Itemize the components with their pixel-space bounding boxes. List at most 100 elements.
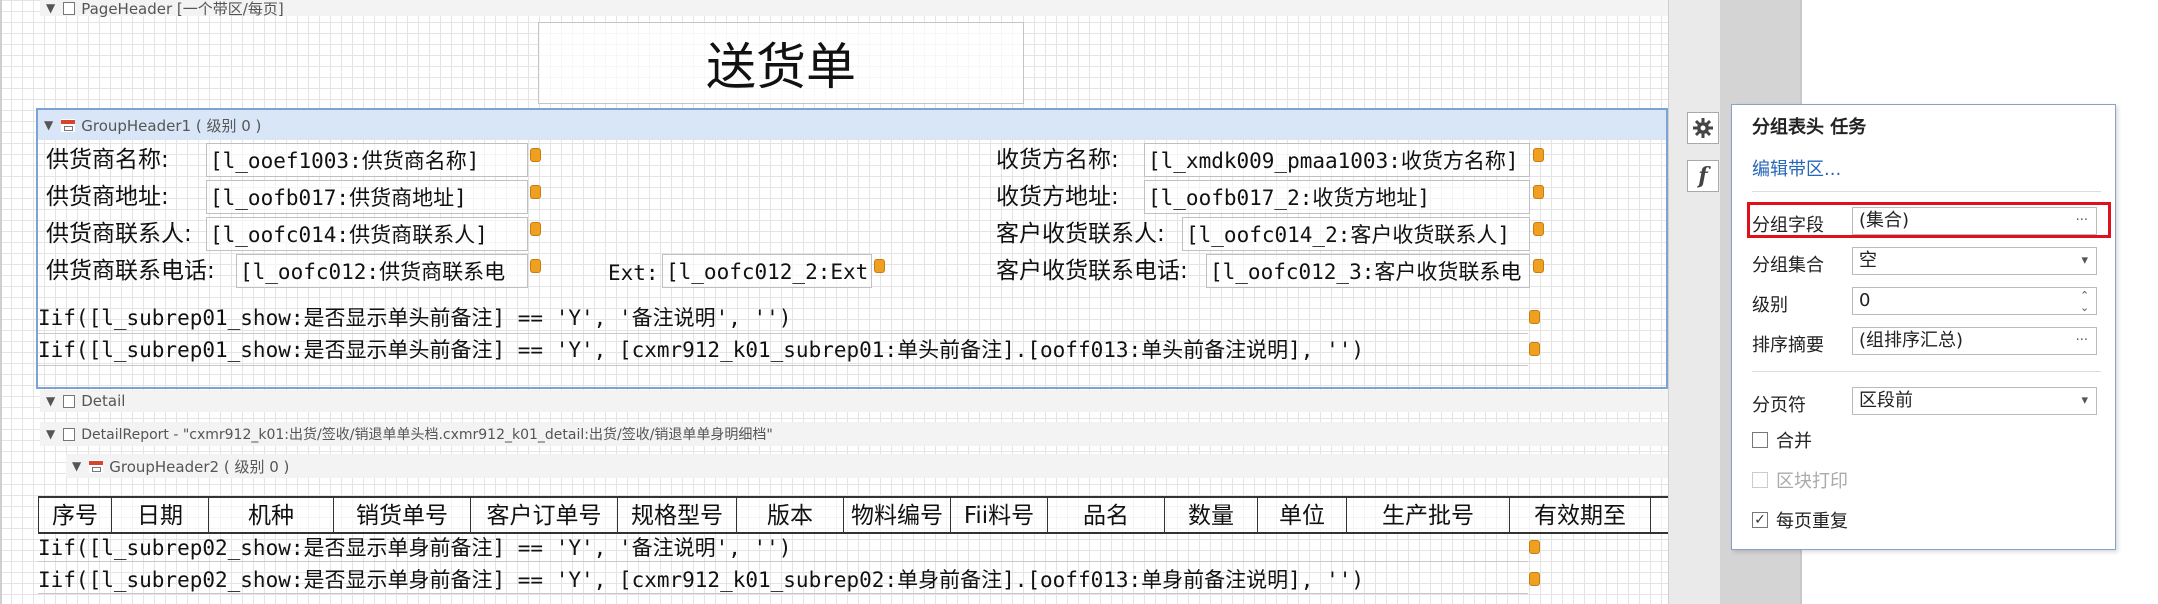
column-header-model[interactable]: 机种 xyxy=(209,498,334,532)
supplier-name-field[interactable]: [l_ooef1003:供货商名称] xyxy=(206,143,528,177)
column-header-item-no[interactable]: 物料编号 xyxy=(844,498,951,532)
detail-report-band-icon xyxy=(63,427,76,441)
supplier-phone-field[interactable]: [l_oofc012:供货商联系电 xyxy=(236,254,528,288)
header-remark-content-expr[interactable]: Iif([l_subrep01_show:是否显示单头前备注] == 'Y', … xyxy=(38,336,1528,366)
column-header-date[interactable]: 日期 xyxy=(112,498,209,532)
group-set-row: 分组集合 空 ▾ xyxy=(1752,247,2097,277)
field-tag-icon[interactable] xyxy=(1533,185,1544,199)
band-page-header[interactable]: ▼ PageHeader [一个带区/每页] xyxy=(40,0,1668,18)
receiver-name-field[interactable]: [l_xmdk009_pmaa1003:收货方名称] xyxy=(1144,143,1530,177)
receiver-phone-label: 客户收货联系电话: xyxy=(996,258,1188,284)
formula-button[interactable]: f xyxy=(1687,160,1719,192)
column-header-product-name[interactable]: 品名 xyxy=(1048,498,1165,532)
band-detail[interactable]: ▼ Detail xyxy=(40,390,1668,412)
column-header-lot-no[interactable]: 生产批号 xyxy=(1347,498,1510,532)
supplier-address-label: 供货商地址: xyxy=(46,184,169,210)
divider xyxy=(1752,371,2101,372)
tasks-panel-title: 分组表头 任务 xyxy=(1752,117,1867,138)
field-tag-icon[interactable] xyxy=(1533,259,1544,273)
band-detail-report[interactable]: ▼ DetailReport - "cxmr912_k01:出货/签收/销退单单… xyxy=(40,422,1668,446)
edit-bands-link[interactable]: 编辑带区... xyxy=(1752,155,1841,181)
repeat-every-page-checkbox[interactable]: ✓ 每页重复 xyxy=(1752,507,1848,533)
band-label: Detail xyxy=(81,392,126,410)
page-header-band-icon xyxy=(63,1,76,15)
collapse-arrow-icon[interactable]: ▼ xyxy=(46,394,55,408)
report-design-canvas[interactable]: ▼ PageHeader [一个带区/每页] 送货单 ▼ GroupHeader… xyxy=(0,0,1668,604)
merge-label: 合并 xyxy=(1776,431,1812,452)
column-header-spec[interactable]: 规格型号 xyxy=(618,498,737,532)
field-tag-icon[interactable] xyxy=(530,259,541,273)
group-set-select[interactable]: 空 ▾ xyxy=(1852,247,2097,275)
ext-field[interactable]: [l_oofc012_2:Ext] xyxy=(662,254,872,288)
band-label: GroupHeader2 ( 级别 0 ) xyxy=(109,457,290,476)
band-label: DetailReport - "cxmr912_k01:出货/签收/销退单单头档… xyxy=(81,427,773,443)
detail-band-icon xyxy=(63,394,76,408)
column-header-row[interactable]: 序号 日期 机种 销货单号 客户订单号 规格型号 版本 物料编号 Fii料号 品… xyxy=(38,496,1668,534)
collapse-arrow-icon[interactable]: ▼ xyxy=(72,459,81,473)
level-value: 0 xyxy=(1859,290,1871,311)
receiver-name-label: 收货方名称: xyxy=(996,147,1119,173)
field-tag-icon[interactable] xyxy=(1529,342,1540,356)
block-print-checkbox[interactable]: 区块打印 xyxy=(1752,467,1848,493)
supplier-contact-field[interactable]: [l_oofc014:供货商联系人] xyxy=(206,217,528,251)
header-remark-title-expr[interactable]: Iif([l_subrep01_show:是否显示单头前备注] == 'Y', … xyxy=(38,304,1528,334)
checkbox-icon[interactable] xyxy=(1752,472,1768,488)
ellipsis-icon[interactable]: ··· xyxy=(2076,328,2088,354)
column-header-seq[interactable]: 序号 xyxy=(39,498,112,532)
left-ruler xyxy=(0,0,2,604)
collapse-arrow-icon[interactable]: ▼ xyxy=(46,1,55,15)
page-break-label: 分页符 xyxy=(1752,395,1806,416)
field-tag-icon[interactable] xyxy=(530,148,541,162)
band-group-header1[interactable]: ▼ GroupHeader1 ( 级别 0 ) xyxy=(38,110,1666,140)
spinner-icon[interactable]: ⌃⌄ xyxy=(2080,290,2089,314)
detail-remark-content-expr[interactable]: Iif([l_subrep02_show:是否显示单身前备注] == 'Y', … xyxy=(38,566,1528,594)
field-tag-icon[interactable] xyxy=(1533,148,1544,162)
column-header-expiry[interactable]: 有效期至 xyxy=(1510,498,1651,532)
field-tag-icon[interactable] xyxy=(1529,572,1540,586)
receiver-phone-field[interactable]: [l_oofc012_3:客户收货联系电 xyxy=(1206,254,1530,288)
checkbox-icon[interactable] xyxy=(1752,432,1768,448)
group-set-value: 空 xyxy=(1859,250,1877,271)
checkmark-icon[interactable]: ✓ xyxy=(1752,512,1768,528)
level-label: 级别 xyxy=(1752,295,1788,316)
supplier-name-label: 供货商名称: xyxy=(46,147,169,173)
detail-remark-title-expr[interactable]: Iif([l_subrep02_show:是否显示单身前备注] == 'Y', … xyxy=(38,534,1528,562)
chevron-down-icon[interactable]: ▾ xyxy=(2081,388,2088,414)
report-title[interactable]: 送货单 xyxy=(538,22,1024,104)
field-tag-icon[interactable] xyxy=(874,259,885,273)
field-tag-icon[interactable] xyxy=(1529,310,1540,324)
level-spinner[interactable]: 0 ⌃⌄ xyxy=(1852,287,2097,315)
band-label: GroupHeader1 ( 级别 0 ) xyxy=(81,116,262,135)
field-tag-icon[interactable] xyxy=(1533,222,1544,236)
receiver-contact-label: 客户收货联系人: xyxy=(996,221,1165,247)
field-tag-icon[interactable] xyxy=(1529,540,1540,554)
ext-label: Ext: xyxy=(608,261,659,285)
collapse-arrow-icon[interactable]: ▼ xyxy=(46,427,55,441)
column-header-unit[interactable]: 单位 xyxy=(1258,498,1347,532)
divider xyxy=(1752,191,2101,192)
receiver-contact-field[interactable]: [l_oofc014_2:客户收货联系人] xyxy=(1182,217,1530,251)
highlight-box xyxy=(1747,202,2111,238)
column-header-qty[interactable]: 数量 xyxy=(1165,498,1258,532)
group-header-band-icon xyxy=(89,459,104,473)
column-header-version[interactable]: 版本 xyxy=(737,498,844,532)
field-tag-icon[interactable] xyxy=(530,222,541,236)
band-label: PageHeader [一个带区/每页] xyxy=(81,0,284,18)
receiver-address-label: 收货方地址: xyxy=(996,184,1119,210)
merge-checkbox[interactable]: 合并 xyxy=(1752,427,1812,453)
column-header-customer-order[interactable]: 客户订单号 xyxy=(471,498,618,532)
column-header-sales-no[interactable]: 销货单号 xyxy=(334,498,471,532)
field-tag-icon[interactable] xyxy=(530,185,541,199)
supplier-address-field[interactable]: [l_oofb017:供货商地址] xyxy=(206,180,528,214)
column-header-fii-no[interactable]: Fii料号 xyxy=(951,498,1048,532)
page-break-select[interactable]: 区段前 ▾ xyxy=(1852,387,2097,415)
level-row: 级别 0 ⌃⌄ xyxy=(1752,287,2097,317)
page-break-row: 分页符 区段前 ▾ xyxy=(1752,387,2097,417)
collapse-arrow-icon[interactable]: ▼ xyxy=(44,118,53,132)
band-group-header2[interactable]: ▼ GroupHeader2 ( 级别 0 ) xyxy=(66,454,1668,478)
gear-icon[interactable] xyxy=(1687,112,1719,144)
chevron-down-icon[interactable]: ▾ xyxy=(2081,248,2088,274)
sort-summary-editor[interactable]: (组排序汇总) ··· xyxy=(1852,327,2097,355)
receiver-address-field[interactable]: [l_oofb017_2:收货方地址] xyxy=(1144,180,1530,214)
repeat-label: 每页重复 xyxy=(1776,511,1848,532)
